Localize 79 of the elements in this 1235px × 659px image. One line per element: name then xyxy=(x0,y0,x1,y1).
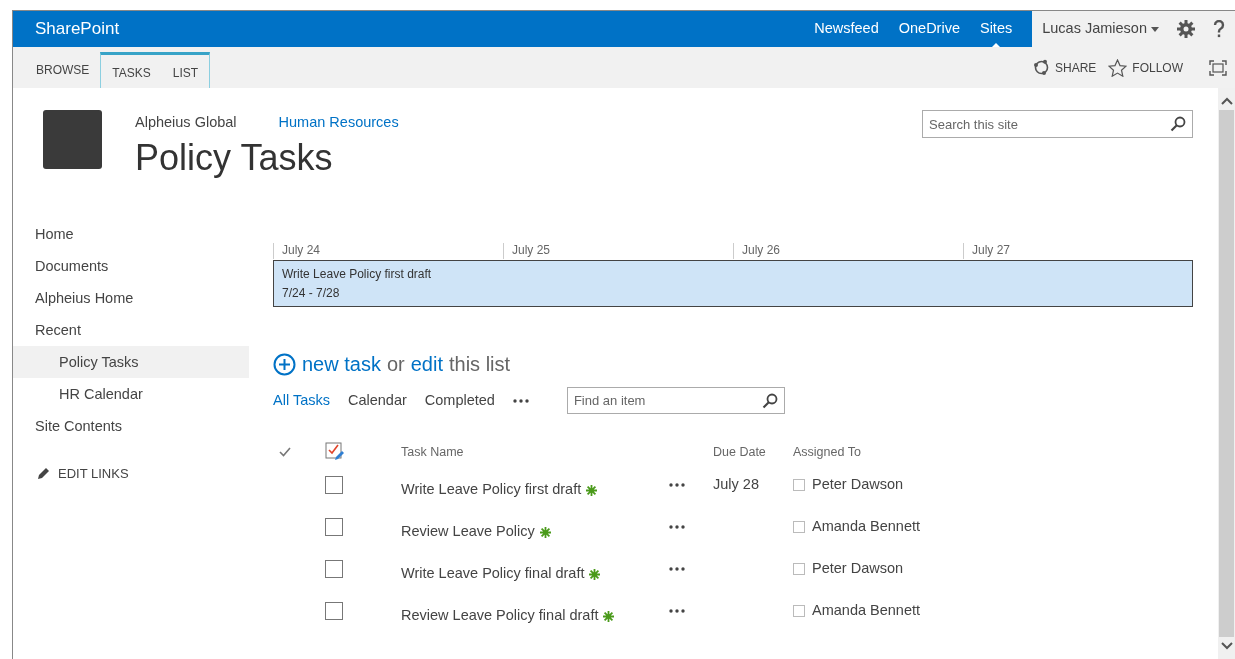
task-link[interactable]: Write Leave Policy first draft xyxy=(401,479,582,501)
ribbon-tab[interactable]: TASKS xyxy=(101,55,162,91)
connector-text: or xyxy=(386,352,405,377)
checkbox[interactable] xyxy=(325,518,343,536)
find-field[interactable]: Find an item xyxy=(573,388,762,413)
ribbon-tab[interactable]: BROWSE xyxy=(25,52,101,88)
checkbox[interactable] xyxy=(325,602,343,620)
scroll-up-icon[interactable] xyxy=(1220,96,1233,106)
edit-links-button[interactable]: EDIT LINKS xyxy=(13,442,249,484)
sidebar-item[interactable]: Alpheius Home xyxy=(13,282,249,314)
column-header[interactable]: Task Name xyxy=(401,440,669,464)
select-all-icon[interactable] xyxy=(325,442,345,462)
sidebar-item[interactable]: Documents xyxy=(13,250,249,282)
follow-button[interactable]: FOLLOW xyxy=(1108,58,1183,77)
find-box[interactable]: Find an item xyxy=(566,387,785,414)
timeline-date: July 25 xyxy=(503,243,733,259)
presence-icon xyxy=(793,479,805,491)
more-icon[interactable] xyxy=(669,483,685,487)
more-icon[interactable] xyxy=(669,525,685,529)
photo-placeholder xyxy=(43,110,102,169)
view-tab[interactable]: All Tasks xyxy=(273,389,330,412)
more-icon[interactable] xyxy=(669,567,685,571)
presence-icon xyxy=(793,605,805,617)
task-link[interactable]: Review Leave Policy final draft xyxy=(401,605,599,627)
sidebar-item[interactable]: Recent xyxy=(13,314,249,346)
more-icon[interactable] xyxy=(669,609,685,613)
page-title: Policy Tasks xyxy=(135,136,334,180)
task-date-range: 7/24 - 7/28 xyxy=(282,285,341,302)
assignee-link[interactable]: Peter Dawson xyxy=(812,558,904,580)
checkbox[interactable] xyxy=(325,476,343,494)
more-icon[interactable] xyxy=(512,398,529,403)
column-header[interactable]: Due Date xyxy=(713,440,793,464)
top-nav-link[interactable]: Newsfeed xyxy=(804,11,889,47)
task-link[interactable]: Review Leave Policy xyxy=(401,521,535,543)
top-nav-link[interactable]: Sites xyxy=(969,11,1023,47)
sidebar-item[interactable]: HR Calendar xyxy=(13,378,249,410)
star-icon xyxy=(1108,58,1128,77)
settings-icon[interactable] xyxy=(1177,20,1195,38)
sidebar-item[interactable]: Home xyxy=(13,218,249,250)
view-tab[interactable]: Calendar xyxy=(347,389,407,412)
list-action-link[interactable]: edit xyxy=(410,349,443,379)
task-title: Write Leave Policy first draft xyxy=(282,266,433,283)
due-date: July 28 xyxy=(713,475,759,495)
column-header[interactable]: Assigned To xyxy=(793,440,1193,464)
focus-icon[interactable] xyxy=(1209,59,1227,76)
check-icon xyxy=(279,447,291,457)
sidebar-item[interactable]: Site Contents xyxy=(13,410,249,442)
top-nav-link[interactable]: OneDrive xyxy=(888,11,970,47)
ribbon-tab[interactable]: LIST xyxy=(161,55,210,91)
search-box[interactable]: Search this site xyxy=(922,110,1193,138)
list-action-link[interactable]: new task xyxy=(302,349,381,379)
help-icon[interactable] xyxy=(1213,20,1225,38)
search-field[interactable]: Search this site xyxy=(929,111,1170,137)
add-icon[interactable] xyxy=(273,352,296,376)
caret-icon xyxy=(1151,26,1159,32)
brand-title[interactable]: SharePoint xyxy=(13,11,142,47)
scrollbar-thumb[interactable] xyxy=(1219,110,1234,637)
assignee-link[interactable]: Amanda Bennett xyxy=(812,600,921,622)
timeline-date: July 26 xyxy=(733,243,963,259)
pencil-icon xyxy=(37,467,50,481)
view-tab[interactable]: Completed xyxy=(424,389,495,412)
timeline-date: July 27 xyxy=(963,243,1193,259)
search-icon[interactable] xyxy=(761,392,778,409)
share-button[interactable]: SHARE xyxy=(1033,58,1097,77)
sidebar-item[interactable]: Policy Tasks xyxy=(13,346,249,378)
assignee-link[interactable]: Peter Dawson xyxy=(812,474,904,496)
site-breadcrumb: Alpheius Global xyxy=(135,114,237,130)
search-icon[interactable] xyxy=(1170,116,1186,132)
assignee-link[interactable]: Amanda Bennett xyxy=(812,516,921,538)
presence-icon xyxy=(793,521,805,533)
timeline-date: July 24 xyxy=(273,243,503,259)
presence-icon xyxy=(793,563,805,575)
task-link[interactable]: Write Leave Policy final draft xyxy=(401,563,585,585)
site-link[interactable]: Human Resources xyxy=(278,114,399,130)
scroll-down-icon[interactable] xyxy=(1220,641,1233,651)
share-icon xyxy=(1033,59,1050,76)
checkbox[interactable] xyxy=(325,560,343,578)
timeline-task-bar[interactable]: Write Leave Policy first draft 7/24 - 7/28 xyxy=(273,260,1193,307)
connector-text: this list xyxy=(449,352,511,377)
